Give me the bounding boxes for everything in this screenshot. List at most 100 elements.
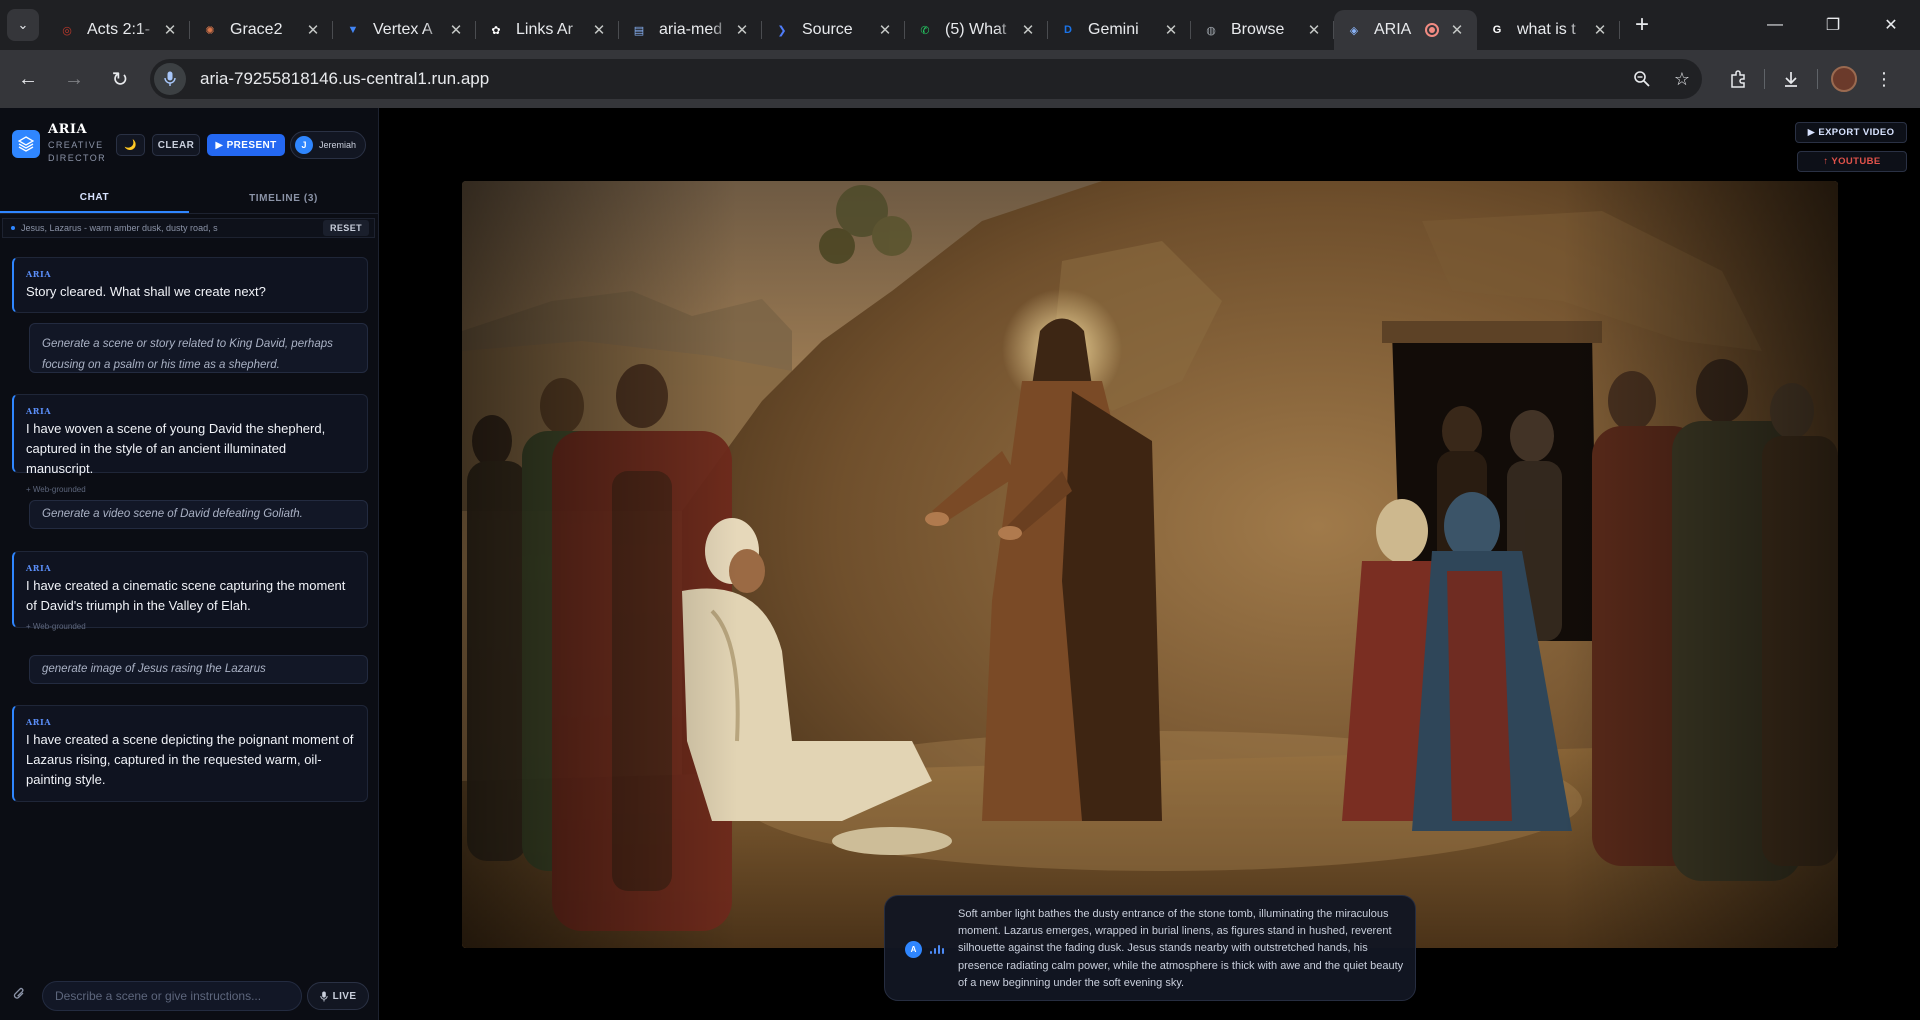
theme-toggle-button[interactable]: 🌙 xyxy=(116,134,145,156)
narrator-avatar: A xyxy=(905,941,922,958)
window-controls: — ❐ ✕ xyxy=(1746,0,1920,50)
brand-subtitle: CREATIVE DIRECTOR xyxy=(48,140,107,163)
tabs-container: ◎ Acts 2:1- ✕ ✺ Grace2 ✕ ▼ Vertex A ✕ ✿ Links Ar ✕ ▤… xyxy=(47,0,1620,50)
tab-title: Gemini xyxy=(1088,21,1139,38)
present-button[interactable]: ▶ PRESENT xyxy=(207,134,285,156)
caption-text: Soft amber light bathes the dusty entran… xyxy=(958,908,1404,989)
bible-app-icon: ◎ xyxy=(62,24,72,37)
chat-message-aria: ARIA I have woven a scene of young David… xyxy=(12,394,368,494)
close-tab-icon[interactable]: ✕ xyxy=(1161,21,1181,39)
live-button[interactable]: LIVE xyxy=(307,982,369,1010)
chat-message-aria: ARIA I have created a cinematic scene ca… xyxy=(12,551,368,631)
youtube-upload-button[interactable]: ↑ YOUTUBE xyxy=(1797,151,1907,172)
browser-tab[interactable]: ▼ Vertex A ✕ xyxy=(333,10,476,50)
reload-icon: ↻ xyxy=(111,68,129,91)
tab-chat[interactable]: CHAT xyxy=(0,183,189,213)
reload-button[interactable]: ↻ xyxy=(102,61,138,97)
tab-timeline[interactable]: TIMELINE (3) xyxy=(189,183,378,213)
bookmark-star-icon[interactable]: ☆ xyxy=(1662,69,1702,90)
browser-tab[interactable]: ❯ Source ✕ xyxy=(762,10,905,50)
message-text: Story cleared. What shall we create next… xyxy=(26,284,266,299)
close-tab-icon[interactable]: ✕ xyxy=(1447,21,1467,39)
layers-logo-icon xyxy=(12,129,40,158)
restore-icon: ❐ xyxy=(1825,17,1841,34)
context-text: Jesus, Lazarus - warm amber dusk, dusty … xyxy=(21,223,218,233)
message-text: I have created a scene depicting the poi… xyxy=(26,732,354,787)
browser-tab[interactable]: D Gemini ✕ xyxy=(1048,10,1191,50)
lazarus-painting xyxy=(462,181,1838,948)
browser-tab[interactable]: ✆ (5) What ✕ xyxy=(905,10,1048,50)
forward-button[interactable]: → xyxy=(56,61,92,97)
close-tab-icon[interactable]: ✕ xyxy=(875,21,895,39)
tab-title: aria-med xyxy=(659,21,723,38)
minimize-button[interactable]: — xyxy=(1746,0,1804,50)
moon-icon: 🌙 xyxy=(124,139,137,151)
export-video-button[interactable]: ▶ EXPORT VIDEO xyxy=(1795,122,1907,143)
user-menu[interactable]: J Jeremiah xyxy=(290,131,366,159)
close-window-button[interactable]: ✕ xyxy=(1862,0,1920,50)
browser-tab[interactable]: ◈ ARIA ✕ xyxy=(1334,10,1477,50)
tab-title: ARIA xyxy=(1374,21,1412,38)
message-author: ARIA xyxy=(26,406,52,416)
message-text: generate image of Jesus rasing the Lazar… xyxy=(42,663,266,675)
message-text: Generate a scene or story related to Kin… xyxy=(42,338,333,371)
source-icon: ❯ xyxy=(777,24,787,37)
aria-icon: ◈ xyxy=(1349,24,1359,37)
back-button[interactable]: ← xyxy=(10,61,46,97)
generated-scene-image xyxy=(462,181,1838,948)
browser-tab[interactable]: Gwhat is t ✕ xyxy=(1477,10,1620,50)
tab-title: Links Ar xyxy=(516,21,573,38)
profile-avatar[interactable] xyxy=(1831,66,1857,92)
brand: ARIA CREATIVE DIRECTOR xyxy=(12,122,108,165)
chat-message-aria: ARIA Story cleared. What shall we create… xyxy=(12,257,368,313)
clear-button[interactable]: CLEAR xyxy=(152,134,200,156)
menu-kebab-icon[interactable]: ⋮ xyxy=(1864,61,1904,97)
tab-title: what is t xyxy=(1517,21,1576,38)
browser-tab[interactable]: ▤ aria-med ✕ xyxy=(619,10,762,50)
restore-button[interactable]: ❐ xyxy=(1804,0,1862,50)
new-tab-button[interactable]: + xyxy=(1624,7,1660,43)
google-icon: G xyxy=(1492,24,1502,36)
browser-tab[interactable]: ◎ Acts 2:1- ✕ xyxy=(47,10,190,50)
close-tab-icon[interactable]: ✕ xyxy=(1590,21,1610,39)
browser-tab[interactable]: ◍ Browse ✕ xyxy=(1191,10,1334,50)
chat-message-aria: ARIA I have created a scene depicting th… xyxy=(12,705,368,802)
zoom-icon[interactable] xyxy=(1622,70,1662,88)
url-text[interactable]: aria-79255818146.us-central1.run.app xyxy=(200,69,1622,89)
close-tab-icon[interactable]: ✕ xyxy=(446,21,466,39)
browser-tab[interactable]: ✺ Grace2 ✕ xyxy=(190,10,333,50)
user-avatar: J xyxy=(295,136,313,154)
story-context-bar: Jesus, Lazarus - warm amber dusk, dusty … xyxy=(2,218,375,238)
close-icon: ✕ xyxy=(1884,17,1898,34)
message-author: ARIA xyxy=(26,717,52,727)
audio-waveform-icon xyxy=(930,944,944,954)
close-tab-icon[interactable]: ✕ xyxy=(589,21,609,39)
address-bar[interactable]: aria-79255818146.us-central1.run.app ☆ xyxy=(150,59,1702,99)
browser-toolbar: ← → ↻ aria-79255818146.us-central1.run.a… xyxy=(0,50,1920,108)
message-text: Generate a video scene of David defeatin… xyxy=(42,508,303,520)
composer-input[interactable] xyxy=(42,981,302,1011)
reset-button[interactable]: RESET xyxy=(322,220,369,236)
microphone-icon xyxy=(319,991,328,1001)
attach-paperclip-icon[interactable] xyxy=(12,986,34,1006)
close-tab-icon[interactable]: ✕ xyxy=(303,21,323,39)
narration-caption: A Soft amber light bathes the dusty entr… xyxy=(884,895,1416,1001)
tab-title: (5) What xyxy=(945,21,1007,38)
minimize-icon: — xyxy=(1767,16,1783,33)
downloads-icon[interactable] xyxy=(1771,61,1811,97)
extensions-icon[interactable] xyxy=(1718,61,1758,97)
microphone-icon[interactable] xyxy=(154,63,186,95)
tab-search-button[interactable]: ⌄ xyxy=(7,9,39,41)
live-label: LIVE xyxy=(332,990,357,1002)
close-tab-icon[interactable]: ✕ xyxy=(1018,21,1038,39)
whatsapp-icon: ✆ xyxy=(920,24,930,37)
chevron-down-icon: ⌄ xyxy=(17,17,29,32)
close-tab-icon[interactable]: ✕ xyxy=(732,21,752,39)
brand-name: ARIA xyxy=(48,122,88,137)
context-dot-icon xyxy=(11,226,15,230)
chat-message-user: generate image of Jesus rasing the Lazar… xyxy=(29,655,368,684)
close-tab-icon[interactable]: ✕ xyxy=(1304,21,1324,39)
browser-tab[interactable]: ✿ Links Ar ✕ xyxy=(476,10,619,50)
message-author: ARIA xyxy=(26,269,52,279)
close-tab-icon[interactable]: ✕ xyxy=(160,21,180,39)
